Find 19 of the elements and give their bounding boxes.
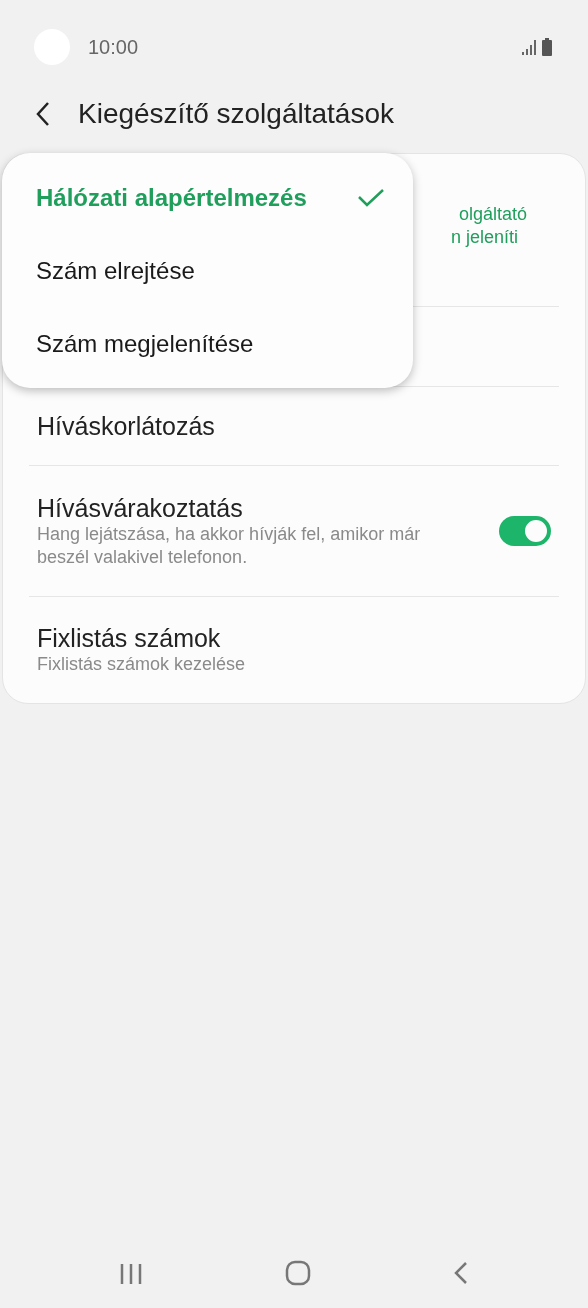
menu-option[interactable]: Szám elrejtése <box>2 234 413 307</box>
toggle-switch[interactable] <box>499 516 551 546</box>
setting-title: Hívásvárakoztatás <box>37 492 244 523</box>
battery-icon <box>542 37 552 56</box>
setting-subtitle: n jeleníti <box>451 226 520 249</box>
home-button[interactable] <box>285 1260 311 1286</box>
back-nav-button[interactable] <box>453 1260 469 1286</box>
menu-option[interactable]: Szám megjelenítése <box>2 307 413 380</box>
status-time: 10:00 <box>88 34 139 60</box>
signal-icon <box>522 38 538 55</box>
setting-subtitle: Hang lejátszása, ha akkor hívják fel, amikor már beszél valakivel telefonon. <box>37 522 422 569</box>
recent-apps-button[interactable] <box>119 1261 143 1285</box>
check-icon <box>357 187 385 208</box>
setting-subtitle: olgáltató <box>459 202 529 226</box>
setting-title: Fixlistás számok <box>37 623 222 654</box>
page-title: Kiegészítő szolgáltatások <box>78 97 394 131</box>
setting-title: Híváskorlátozás <box>37 411 216 441</box>
back-button[interactable] <box>34 101 52 127</box>
setting-subtitle: Fixlistás számok kezelése <box>37 653 247 677</box>
